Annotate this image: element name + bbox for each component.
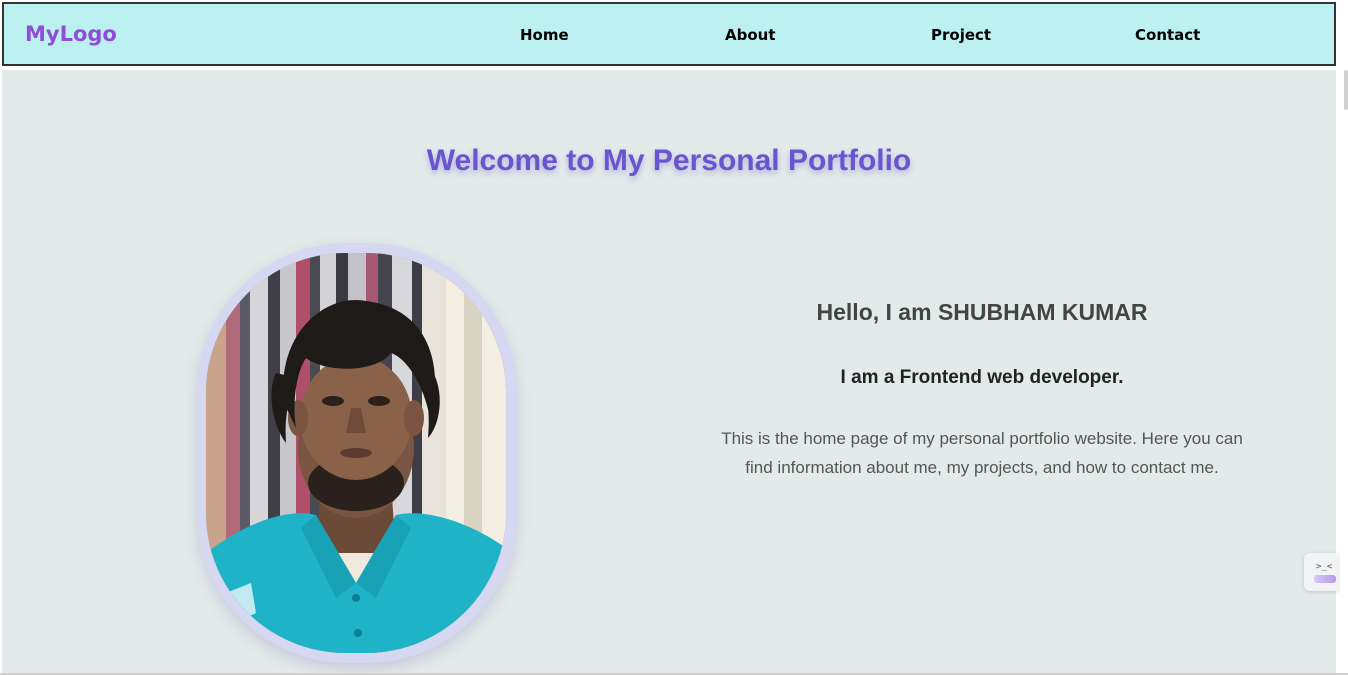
devtools-widget-button[interactable]: >_< — [1304, 553, 1338, 591]
terminal-icon: >_< — [1316, 562, 1333, 572]
nav-item-contact[interactable]: Contact — [1135, 26, 1200, 44]
profile-photo — [206, 253, 506, 653]
profile-photo-illustration — [206, 253, 506, 653]
navbar: MyLogo Home About Project Contact — [2, 2, 1336, 66]
logo[interactable]: MyLogo — [25, 22, 117, 46]
nav-item-home[interactable]: Home — [520, 26, 569, 44]
nav-item-about[interactable]: About — [725, 26, 776, 44]
profile-photo-frame — [197, 243, 517, 663]
greeting-heading: Hello, I am SHUBHAM KUMAR — [816, 299, 1148, 325]
page-title: Welcome to My Personal Portfolio — [426, 144, 912, 177]
nav-item-project[interactable]: Project — [931, 26, 991, 44]
intro-description: This is the home page of my personal por… — [721, 429, 1243, 477]
widget-accent-bar — [1314, 575, 1336, 583]
hero-section: Welcome to My Personal Portfolio Hello, … — [2, 70, 1336, 673]
scrollbar-thumb[interactable] — [1344, 70, 1348, 110]
role-subheading: I am a Frontend web developer. — [840, 367, 1124, 388]
